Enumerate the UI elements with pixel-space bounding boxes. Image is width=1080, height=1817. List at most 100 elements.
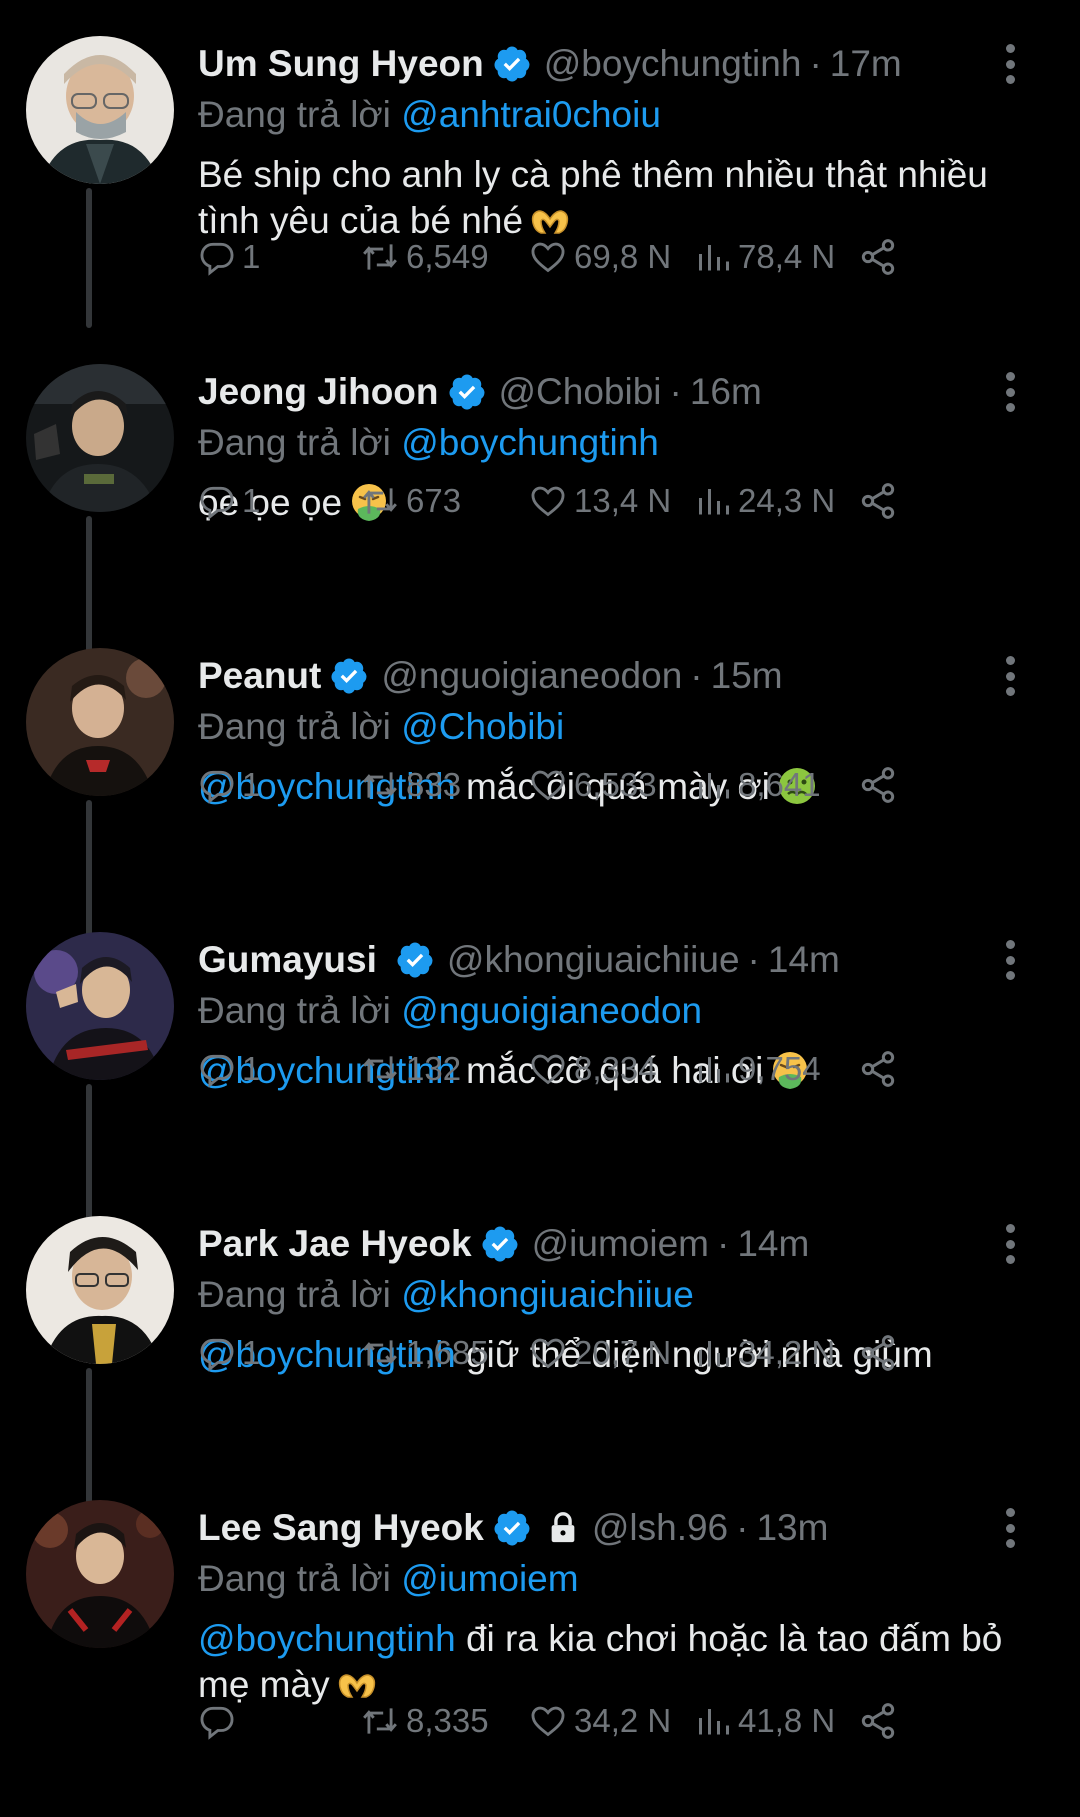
tweet[interactable]: Gumayusi @khongiuaichiiue · 14m Đang trả… (0, 896, 1080, 1224)
share-button[interactable] (858, 760, 898, 810)
reply-to-mention[interactable]: @iumoiem (401, 1558, 578, 1599)
reply-count: 1 (242, 1334, 261, 1371)
user-handle[interactable]: @boychungtinh (544, 43, 802, 85)
reply-icon (200, 1054, 234, 1088)
more-options-icon[interactable] (990, 936, 1030, 984)
tweet[interactable]: Jeong Jihoon @Chobibi · 16m Đang trả lời… (0, 328, 1080, 656)
retweet-button[interactable]: 673 (360, 476, 461, 526)
reply-to-mention[interactable]: @Chobibi (401, 706, 564, 747)
timestamp[interactable]: 15m (711, 655, 783, 697)
avatar-column (26, 364, 174, 656)
retweet-button[interactable]: 132 (360, 1044, 461, 1094)
replying-to-label: Đang trả lời (198, 422, 391, 463)
like-button[interactable]: 20,7 N (528, 1328, 671, 1378)
retweet-icon (363, 772, 397, 798)
tweet-header: Peanut @nguoigianeodon · 15m (198, 648, 1030, 704)
display-name[interactable]: Park Jae Hyeok (198, 1223, 472, 1265)
reply-to-mention[interactable]: @nguoigianeodon (401, 990, 702, 1031)
tweet[interactable]: Lee Sang Hyeok @lsh.96 · 13m Đang trả lờ… (0, 1464, 1080, 1817)
reply-icon (200, 242, 234, 276)
views-button[interactable]: 78,4 N (696, 232, 835, 282)
views-button[interactable]: 41,8 N (696, 1696, 835, 1746)
heart-icon (531, 242, 565, 273)
tweet[interactable]: Um Sung Hyeon @boychungtinh · 17m Đang t… (0, 0, 1080, 328)
timestamp[interactable]: 16m (690, 371, 762, 413)
reply-button[interactable]: 1 (198, 1328, 260, 1378)
tweet[interactable]: Peanut @nguoigianeodon · 15m Đang trả lờ… (0, 612, 1080, 940)
verified-badge-icon (397, 942, 433, 978)
avatar[interactable] (26, 648, 174, 796)
reply-count: 1 (242, 1050, 261, 1087)
user-handle[interactable]: @Chobibi (499, 371, 662, 413)
more-options-icon[interactable] (990, 368, 1030, 416)
avatar[interactable] (26, 1500, 174, 1648)
avatar-column (26, 36, 174, 328)
avatar-column (26, 1216, 174, 1508)
avatar[interactable] (26, 36, 174, 184)
reply-button[interactable] (198, 1696, 242, 1746)
retweet-icon (363, 1340, 397, 1366)
like-button[interactable]: 13,4 N (528, 476, 671, 526)
like-count: 20,7 N (574, 1334, 672, 1371)
reply-to-mention[interactable]: @anhtrai0choiu (401, 94, 661, 135)
tweet-text: @boychungtinh đi ra kia chơi hoặc là tao… (198, 1616, 1030, 1708)
reply-button[interactable]: 1 (198, 476, 260, 526)
views-button[interactable]: 8,641 (696, 760, 821, 810)
views-button[interactable]: 34,2 N (696, 1328, 835, 1378)
views-button[interactable]: 24,3 N (696, 476, 835, 526)
timestamp[interactable]: 14m (737, 1223, 809, 1265)
retweet-icon (363, 244, 397, 270)
reply-to-mention[interactable]: @khongiuaichiiue (401, 1274, 694, 1315)
more-options-icon[interactable] (990, 40, 1030, 88)
reply-icon (200, 770, 234, 804)
like-button[interactable]: 8,334 (528, 1044, 657, 1094)
heart-icon (531, 486, 565, 517)
share-button[interactable] (858, 1328, 898, 1378)
share-button[interactable] (858, 1044, 898, 1094)
reply-to-mention[interactable]: @boychungtinh (401, 422, 659, 463)
timestamp[interactable]: 17m (830, 43, 902, 85)
views-count: 78,4 N (738, 238, 836, 275)
avatar[interactable] (26, 932, 174, 1080)
avatar-column (26, 648, 174, 940)
retweet-count: 132 (406, 1050, 462, 1087)
like-button[interactable]: 6,533 (528, 760, 657, 810)
display-name[interactable]: Gumayusi (198, 939, 377, 981)
replying-to-line: Đang trả lời @Chobibi (198, 704, 1030, 750)
user-handle[interactable]: @khongiuaichiiue (447, 939, 740, 981)
like-button[interactable]: 69,8 N (528, 232, 671, 282)
share-button[interactable] (858, 1696, 898, 1746)
body-mention[interactable]: @boychungtinh (198, 1618, 456, 1659)
user-handle[interactable]: @iumoiem (532, 1223, 709, 1265)
retweet-button[interactable]: 8,335 (360, 1696, 489, 1746)
retweet-button[interactable]: 833 (360, 760, 461, 810)
display-name[interactable]: Jeong Jihoon (198, 371, 439, 413)
reply-button[interactable]: 1 (198, 760, 260, 810)
like-button[interactable]: 34,2 N (528, 1696, 671, 1746)
action-bar: 1 132 8,334 9,754 (198, 1044, 1008, 1094)
views-button[interactable]: 9,754 (696, 1044, 821, 1094)
retweet-icon (363, 1708, 397, 1734)
user-handle[interactable]: @nguoigianeodon (381, 655, 682, 697)
reply-count: 1 (242, 482, 261, 519)
views-count: 8,641 (738, 766, 821, 803)
timestamp[interactable]: 13m (756, 1507, 828, 1549)
display-name[interactable]: Lee Sang Hyeok (198, 1507, 484, 1549)
timestamp[interactable]: 14m (768, 939, 840, 981)
more-options-icon[interactable] (990, 1504, 1030, 1552)
reply-button[interactable]: 1 (198, 1044, 260, 1094)
retweet-button[interactable]: 6,549 (360, 232, 489, 282)
user-handle[interactable]: @lsh.96 (592, 1507, 728, 1549)
avatar[interactable] (26, 364, 174, 512)
share-button[interactable] (858, 476, 898, 526)
display-name[interactable]: Peanut (198, 655, 321, 697)
avatar[interactable] (26, 1216, 174, 1364)
retweet-button[interactable]: 1,685 (360, 1328, 489, 1378)
more-options-icon[interactable] (990, 1220, 1030, 1268)
display-name[interactable]: Um Sung Hyeon (198, 43, 484, 85)
replying-to-line: Đang trả lời @nguoigianeodon (198, 988, 1030, 1034)
reply-button[interactable]: 1 (198, 232, 260, 282)
more-options-icon[interactable] (990, 652, 1030, 700)
tweet[interactable]: Park Jae Hyeok @iumoiem · 14m Đang trả l… (0, 1180, 1080, 1508)
share-button[interactable] (858, 232, 898, 282)
